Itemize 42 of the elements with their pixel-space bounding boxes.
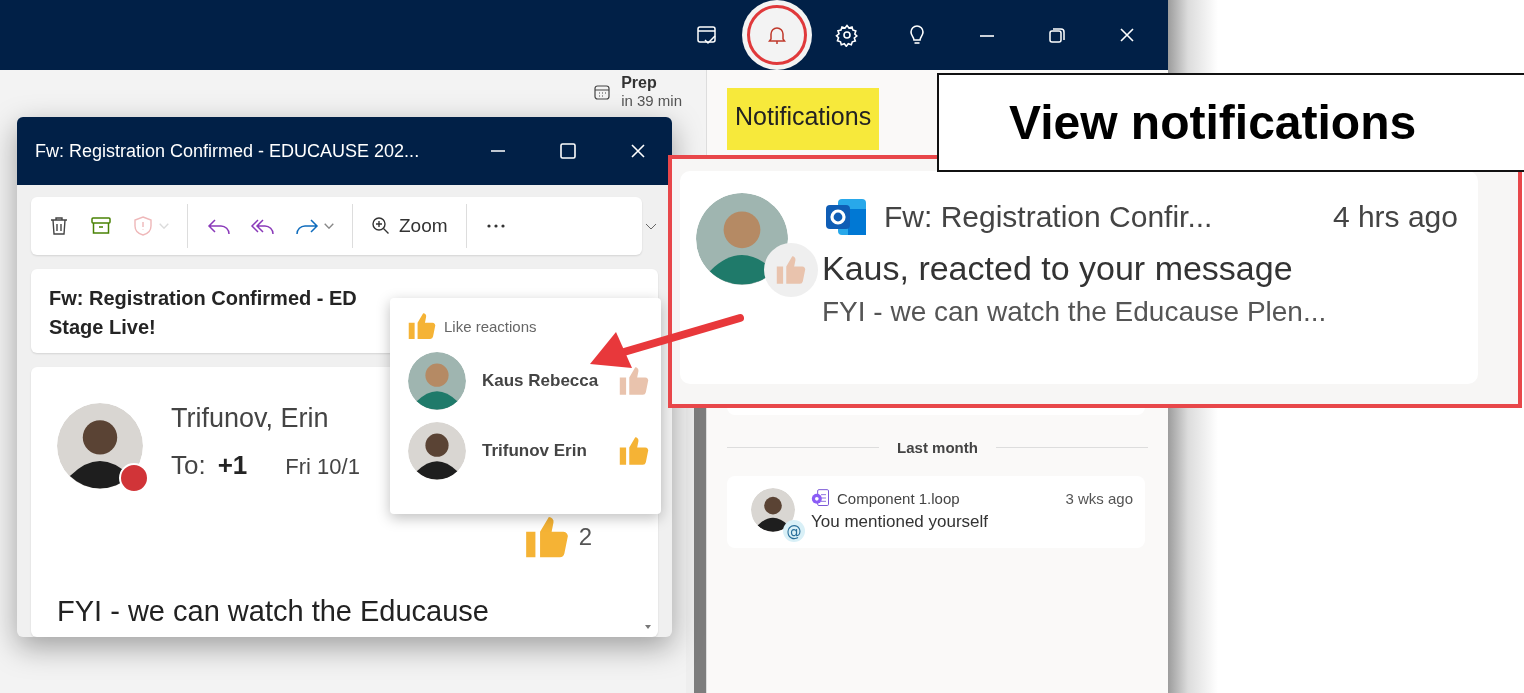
- reaction-count[interactable]: 2: [578, 523, 592, 551]
- notification-source: Component 1.loop: [837, 489, 961, 507]
- window-title: Fw: Registration Confirmed - EDUCAUSE 202...: [35, 140, 421, 162]
- settings-icon[interactable]: [835, 23, 859, 47]
- notification-text: Kaus, reacted to your message: [822, 249, 1294, 288]
- notification-time: 4 hrs ago: [1332, 200, 1458, 234]
- caret-icon[interactable]: [324, 223, 334, 229]
- notification-card[interactable]: @ Component 1.loop 3 wks ago You mentioned yourself: [727, 476, 1145, 548]
- person-name: Trifunov Erin: [482, 441, 588, 461]
- thumbs-up-icon: [524, 515, 569, 559]
- zoom-icon[interactable]: [371, 216, 391, 236]
- popup-title: Like reactions: [444, 317, 537, 335]
- mention-badge: @: [783, 520, 805, 542]
- avatar: [408, 422, 466, 480]
- thumbs-up-icon: [776, 255, 806, 285]
- notification-time: 3 wks ago: [1065, 489, 1133, 507]
- notification-source: Fw: Registration Confir...: [884, 200, 1214, 234]
- agenda-time: in 39 min: [621, 92, 682, 109]
- avatar: [408, 352, 466, 410]
- sender-name: Trifunov, Erin: [171, 403, 330, 434]
- group-heading: Last month: [897, 439, 978, 456]
- subject-text: Stage Live!: [49, 316, 156, 339]
- to-label: To:: [171, 450, 206, 481]
- subject-text: Fw: Registration Confirmed - ED: [49, 287, 357, 310]
- notification-text: You mentioned yourself: [811, 512, 990, 532]
- person-name: Kaus Rebecca: [482, 371, 600, 391]
- scroll-down-icon[interactable]: [644, 623, 652, 631]
- calendar-check-icon[interactable]: [695, 23, 719, 47]
- loop-file-icon: [811, 488, 831, 508]
- calendar-icon: [593, 82, 612, 101]
- thumbs-up-icon: [408, 312, 436, 340]
- notifications-title: Notifications: [727, 88, 880, 150]
- notification-preview: FYI - we can watch the Educause Plen...: [822, 296, 1328, 328]
- caption-text: View notifications: [1009, 95, 1417, 150]
- zoom-button[interactable]: Zoom: [371, 215, 448, 237]
- agenda-title: Prep: [621, 74, 658, 92]
- message-body: FYI - we can watch the Educause: [57, 595, 490, 628]
- message-date: Fri 10/1: [285, 454, 360, 480]
- restore-icon[interactable]: [1047, 25, 1067, 45]
- maximize-icon[interactable]: [558, 141, 578, 161]
- notification-card[interactable]: Fw: Registration Confir... 4 hrs ago Kaus, reacted to your message FYI - we can watch the Educause Plen...: [680, 171, 1478, 384]
- recipient-count[interactable]: +1: [217, 450, 248, 481]
